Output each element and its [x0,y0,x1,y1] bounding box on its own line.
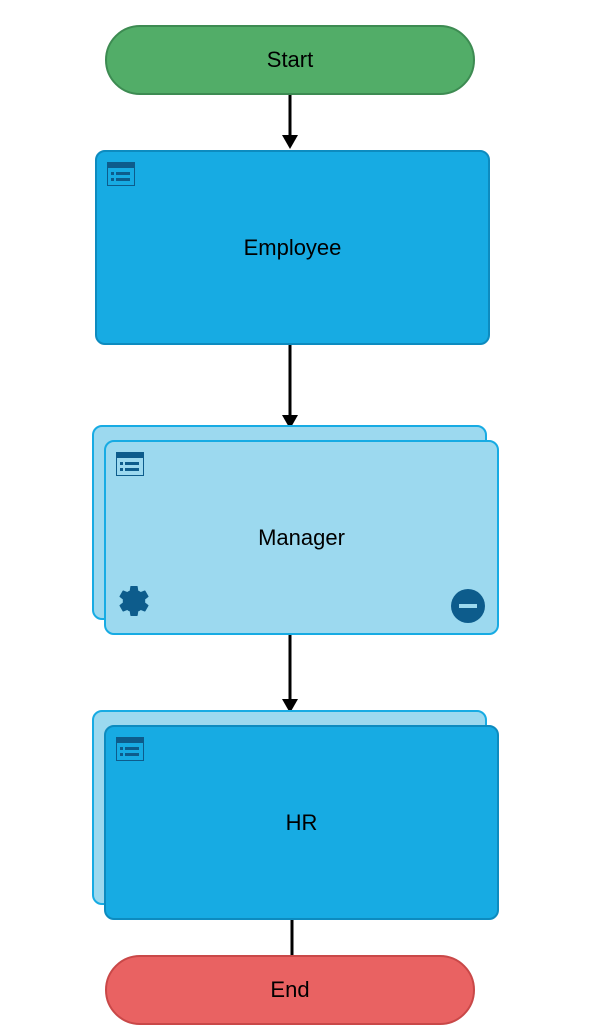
end-label: End [270,977,309,1003]
end-node[interactable]: End [105,955,475,1025]
hr-node[interactable]: HR [104,725,499,920]
arrow-start-employee [280,95,300,151]
employee-node[interactable]: Employee [95,150,490,345]
start-node[interactable]: Start [105,25,475,95]
arrow-employee-manager [280,345,300,431]
arrow-manager-hr [280,635,300,715]
minus-icon[interactable] [451,589,485,623]
manager-node[interactable]: Manager [104,440,499,635]
arrow-hr-end [282,920,302,960]
form-icon [107,162,135,192]
start-label: Start [267,47,313,73]
employee-label: Employee [244,235,342,261]
form-icon [116,452,144,482]
manager-label: Manager [258,525,345,551]
form-icon [116,737,144,767]
hr-label: HR [286,810,318,836]
gear-icon [116,583,152,625]
